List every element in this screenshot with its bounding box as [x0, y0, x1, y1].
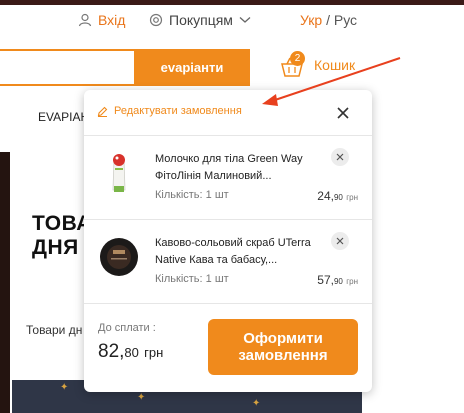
promo-title-line1: ТОВА	[32, 212, 92, 235]
lang-rus[interactable]: Рус	[334, 12, 357, 28]
star-decoration: ✦	[252, 398, 261, 409]
cart-link[interactable]: 2 Кошик	[280, 51, 356, 78]
price-currency: грн	[346, 277, 358, 286]
nav-variants-link[interactable]: EVAPІАН	[38, 110, 89, 124]
edit-order-label: Редактувати замовлення	[114, 105, 242, 117]
item-quantity: Кількість: 1 шт	[155, 189, 229, 201]
checkout-button[interactable]: Оформити замовлення	[208, 319, 358, 375]
price-kop: 90	[333, 193, 343, 202]
total-kop: 80	[124, 345, 139, 360]
promo-title-line2: ДНЯ	[32, 236, 79, 259]
item-price: 24,90 грн	[317, 189, 358, 203]
price-currency: грн	[346, 193, 358, 202]
chevron-down-icon	[239, 17, 251, 23]
close-icon[interactable]	[336, 106, 350, 120]
buyers-menu[interactable]: Покупцям	[149, 12, 251, 28]
promo-title: ТОВА ДНЯ	[32, 212, 92, 260]
price-main: 24,	[317, 189, 334, 203]
cart-item: Молочко для тіла Green Way ФітоЛінія Мал…	[84, 136, 372, 220]
total-amount: 82,80 грн	[98, 341, 163, 363]
promo-subtitle: Товари дн	[26, 323, 83, 337]
total-label: До сплати :	[98, 322, 156, 334]
product-lotion-image[interactable]	[98, 150, 140, 196]
cart-popup: Редактувати замовлення Молочко для тіла …	[84, 90, 372, 392]
search-input[interactable]	[0, 49, 134, 86]
language-switcher: Укр / Рус	[300, 12, 357, 28]
pencil-icon	[97, 106, 108, 117]
cart-popup-header: Редактувати замовлення	[84, 90, 372, 136]
star-decoration: ✦	[60, 382, 69, 393]
product-scrub-image[interactable]	[98, 234, 140, 280]
star-decoration: ✦	[137, 392, 146, 403]
basket-icon: 2	[280, 51, 305, 78]
login-link[interactable]: Вхід	[78, 12, 125, 28]
buyers-label: Покупцям	[169, 12, 233, 28]
lang-ukr[interactable]: Укр	[300, 12, 322, 28]
item-price: 57,90 грн	[317, 273, 358, 287]
close-icon	[336, 153, 344, 161]
cart-item: Кавово-сольовий скраб UTerra Native Кава…	[84, 220, 372, 304]
item-name[interactable]: Молочко для тіла Green Way ФітоЛінія Мал…	[155, 151, 330, 185]
cart-label: Кошик	[314, 57, 356, 73]
side-banner-image	[0, 152, 10, 413]
remove-item-button[interactable]	[331, 148, 349, 166]
cart-count-badge: 2	[290, 51, 305, 66]
close-icon	[336, 237, 344, 245]
lifebuoy-icon	[149, 13, 163, 27]
user-icon	[78, 13, 92, 27]
total-currency: грн	[144, 345, 164, 360]
price-main: 57,	[317, 273, 334, 287]
item-name[interactable]: Кавово-сольовий скраб UTerra Native Кава…	[155, 235, 330, 269]
search-button[interactable]: evaріанти	[134, 49, 250, 86]
lang-separator: /	[326, 12, 330, 28]
remove-item-button[interactable]	[331, 232, 349, 250]
login-label: Вхід	[98, 12, 126, 28]
price-kop: 90	[333, 277, 343, 286]
header-bar: Вхід Покупцям Укр / Рус	[0, 5, 464, 35]
edit-order-link[interactable]: Редактувати замовлення	[97, 105, 242, 117]
total-main: 82,	[98, 341, 125, 362]
item-quantity: Кількість: 1 шт	[155, 273, 229, 285]
